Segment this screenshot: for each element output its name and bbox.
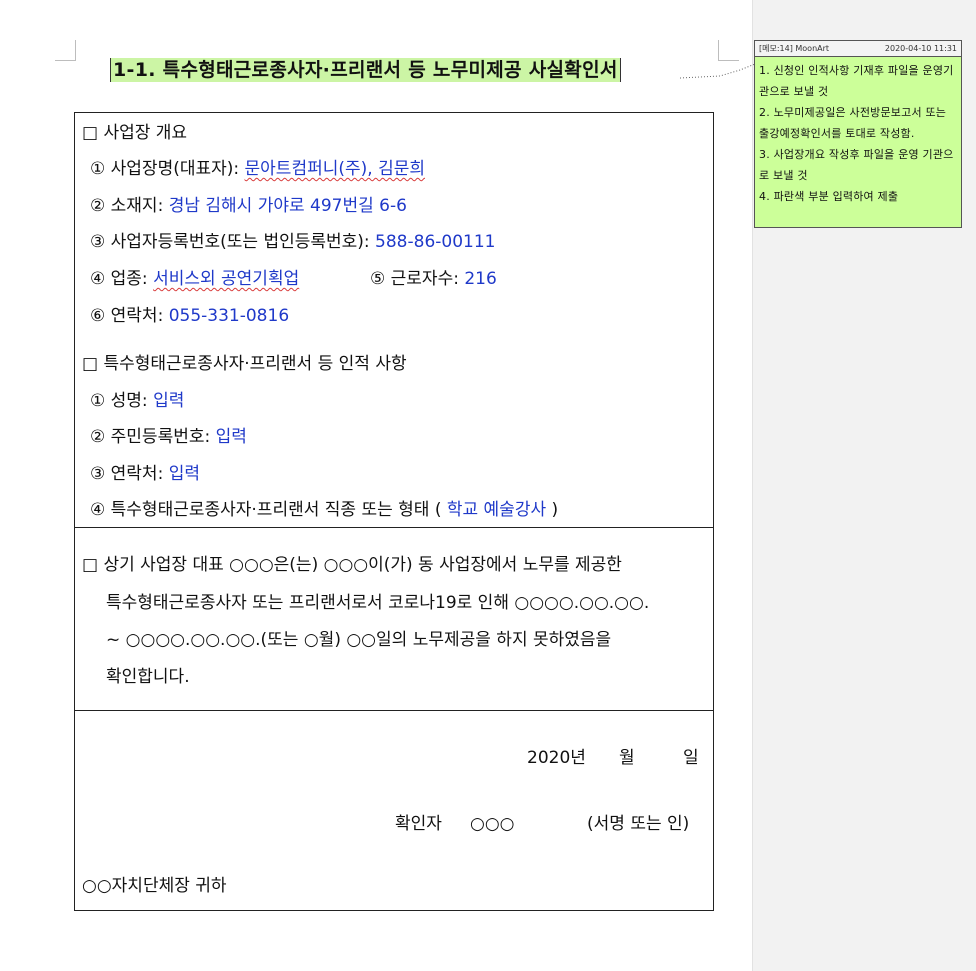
memo-label: [메모:14] MoonArt bbox=[759, 44, 830, 53]
page-corner-mark bbox=[55, 40, 76, 61]
date-year[interactable]: 2020년 bbox=[527, 747, 586, 769]
field-label: ① 성명: bbox=[90, 391, 154, 411]
field-address[interactable]: ② 소재지: 경남 김해시 가야로 497번길 6-6 bbox=[90, 195, 407, 217]
field-person-name[interactable]: ① 성명: 입력 bbox=[90, 390, 184, 412]
field-suffix: ) bbox=[546, 500, 559, 520]
field-value[interactable]: 경남 김해시 가야로 497번길 6-6 bbox=[169, 196, 407, 216]
date-month[interactable]: 월 bbox=[619, 747, 635, 769]
field-value[interactable]: 학교 예술강사 bbox=[447, 500, 546, 520]
field-label: ⑤ 근로자수: bbox=[370, 269, 465, 289]
field-value[interactable]: 입력 bbox=[216, 427, 247, 447]
field-label: ① 사업장명(대표자): bbox=[90, 159, 245, 179]
memo-line[interactable]: 2. 노무미제공일은 사전방문보고서 또는 출강예정확인서를 토대로 작성함. bbox=[759, 102, 957, 144]
field-industry[interactable]: ④ 업종: 서비스외 공연기획업 bbox=[90, 268, 299, 290]
field-label: ② 주민등록번호: bbox=[90, 427, 216, 447]
memo-date: 2020-04-10 11:31 bbox=[884, 44, 957, 53]
confirmer-name[interactable]: ○○○ bbox=[470, 813, 515, 835]
field-value[interactable]: 588-86-00111 bbox=[375, 232, 495, 252]
field-business-number[interactable]: ③ 사업자등록번호(또는 법인등록번호): 588-86-00111 bbox=[90, 231, 495, 253]
recipient[interactable]: ○○자치단체장 귀하 bbox=[82, 875, 227, 897]
statement-line[interactable]: 확인합니다. bbox=[106, 666, 190, 688]
field-contact[interactable]: ⑥ 연락처: 055-331-0816 bbox=[90, 305, 289, 327]
field-label: ② 소재지: bbox=[90, 196, 169, 216]
memo-header: [메모:14] MoonArt 2020-04-10 11:31 bbox=[755, 41, 961, 57]
form-divider bbox=[74, 710, 714, 711]
memo-body[interactable]: 1. 신청인 인적사항 기재후 파일을 운영기관으로 보낼 것 2. 노무미제공… bbox=[755, 57, 961, 207]
page-corner-mark bbox=[718, 40, 739, 61]
field-workplace-name[interactable]: ① 사업장명(대표자): 문아트컴퍼니(주), 김문희 bbox=[90, 158, 425, 180]
field-value[interactable]: 문아트컴퍼니(주), 김문희 bbox=[245, 159, 425, 179]
memo-leader-line bbox=[680, 63, 756, 79]
field-label: ③ 사업자등록번호(또는 법인등록번호): bbox=[90, 232, 376, 252]
field-job-type[interactable]: ④ 특수형태근로종사자·프리랜서 직종 또는 형태 ( 학교 예술강사 ) bbox=[90, 499, 558, 521]
section-heading-workplace[interactable]: □ 사업장 개요 bbox=[82, 122, 187, 144]
date-day[interactable]: 일 bbox=[683, 747, 699, 769]
field-value[interactable]: 216 bbox=[464, 269, 496, 289]
field-label: ④ 업종: bbox=[90, 269, 154, 289]
field-value[interactable]: 서비스외 공연기획업 bbox=[153, 269, 299, 289]
field-person-contact[interactable]: ③ 연락처: 입력 bbox=[90, 463, 200, 485]
document-title-text[interactable]: 1-1. 특수형태근로종사자·프리랜서 등 노무미제공 사실확인서 bbox=[110, 58, 621, 82]
memo-line[interactable]: 4. 파란색 부분 입력하여 제출 bbox=[759, 186, 957, 207]
field-employee-count[interactable]: ⑤ 근로자수: 216 bbox=[370, 268, 497, 290]
section-heading-personal[interactable]: □ 특수형태근로종사자·프리랜서 등 인적 사항 bbox=[82, 353, 407, 375]
field-value[interactable]: 055-331-0816 bbox=[169, 306, 289, 326]
field-value[interactable]: 입력 bbox=[169, 464, 200, 484]
field-value[interactable]: 입력 bbox=[153, 391, 184, 411]
memo-line[interactable]: 1. 신청인 인적사항 기재후 파일을 운영기관으로 보낼 것 bbox=[759, 60, 957, 102]
memo-comment[interactable]: [메모:14] MoonArt 2020-04-10 11:31 1. 신청인 … bbox=[754, 40, 962, 228]
memo-line[interactable]: 3. 사업장개요 작성후 파일을 운영 기관으로 보낼 것 bbox=[759, 144, 957, 186]
field-resident-number[interactable]: ② 주민등록번호: 입력 bbox=[90, 426, 247, 448]
form-divider bbox=[74, 527, 714, 528]
field-label: ④ 특수형태근로종사자·프리랜서 직종 또는 형태 ( bbox=[90, 500, 447, 520]
sign-note: (서명 또는 인) bbox=[587, 814, 690, 834]
statement-line[interactable]: 특수형태근로종사자 또는 프리랜서로서 코로나19로 인해 ○○○○.○○.○○… bbox=[106, 592, 649, 614]
field-label: ⑥ 연락처: bbox=[90, 306, 169, 326]
document-title[interactable]: 1-1. 특수형태근로종사자·프리랜서 등 노무미제공 사실확인서 bbox=[110, 55, 621, 82]
statement-line[interactable]: ~ ○○○○.○○.○○.(또는 ○월) ○○일의 노무제공을 하지 못하였음을 bbox=[106, 629, 611, 651]
statement-line[interactable]: □ 상기 사업장 대표 ○○○은(는) ○○○이(가) 동 사업장에서 노무를 … bbox=[82, 554, 622, 576]
confirmer-label: 확인자 bbox=[395, 814, 442, 834]
field-label: ③ 연락처: bbox=[90, 464, 169, 484]
